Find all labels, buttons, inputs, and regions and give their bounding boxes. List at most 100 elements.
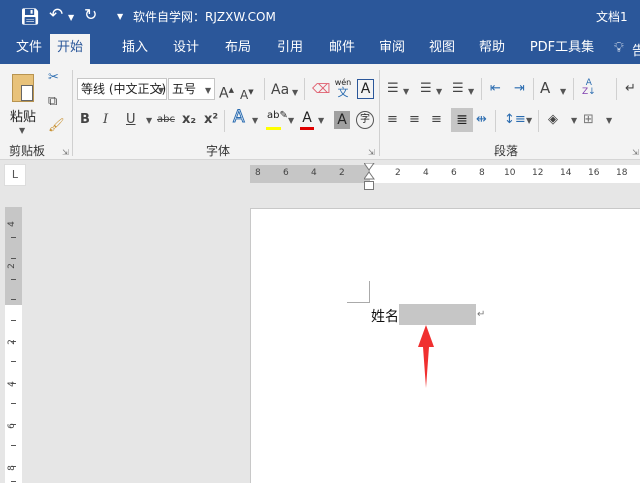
strikethrough-button[interactable]: abc	[157, 112, 175, 128]
chinese-layout-icon[interactable]: A	[540, 80, 550, 96]
align-right-icon[interactable]: ≡	[431, 112, 442, 128]
shading-icon[interactable]: ◈	[548, 112, 558, 128]
tab-mailings[interactable]: 邮件	[320, 34, 364, 64]
document-name: 文档1	[596, 10, 628, 24]
line-spacing-icon[interactable]: ↕≡	[504, 112, 526, 128]
tab-layout[interactable]: 布局	[216, 34, 260, 64]
highlight-dropdown-icon[interactable]: ▼	[288, 116, 294, 125]
font-color-dropdown-icon[interactable]: ▼	[318, 116, 324, 125]
tab-pdf-tools[interactable]: PDF工具集	[525, 34, 599, 64]
tab-home[interactable]: 开始	[50, 34, 90, 64]
shading-dropdown-icon[interactable]: ▼	[571, 116, 577, 125]
ruler-tick: 16	[588, 168, 600, 178]
text-field-highlight[interactable]	[399, 304, 476, 325]
font-size-dropdown-icon[interactable]: ▼	[205, 86, 211, 95]
ruler-tick: 6	[6, 423, 17, 429]
underline-dropdown-icon[interactable]: ▼	[146, 116, 152, 125]
decrease-indent-icon[interactable]: ⇤	[490, 81, 501, 97]
ruler-tick: 8	[479, 168, 485, 178]
tab-selector-button[interactable]: L	[4, 164, 26, 186]
tab-review[interactable]: 审阅	[370, 34, 414, 64]
undo-dropdown-icon[interactable]: ▼	[68, 13, 74, 22]
title-bar: 💾︎ ↶ ▼ ↻ ▼ 软件自学网：RJZXW.COM 文档1	[0, 0, 640, 34]
distributed-icon[interactable]: ⇹	[476, 112, 487, 128]
paste-dropdown-icon[interactable]: ▼	[19, 126, 25, 135]
change-case-dropdown-icon[interactable]: ▼	[292, 88, 298, 97]
horizontal-ruler[interactable]: 8 6 4 2 2 4 6 8 10 12 14 16 18	[250, 165, 640, 183]
bullets-icon[interactable]: ☰	[387, 81, 399, 97]
subscript-button[interactable]: x₂	[182, 112, 196, 128]
tab-insert[interactable]: 插入	[113, 34, 157, 64]
paragraph-launcher-icon[interactable]: ⇲	[632, 148, 639, 157]
ruler-tick: 6	[283, 168, 289, 178]
paste-button[interactable]: 粘贴	[10, 106, 36, 125]
font-group-label: 字体	[206, 144, 231, 158]
vertical-ruler[interactable]: 4 2 2 4 6 8	[5, 207, 22, 483]
indent-marker[interactable]	[363, 162, 375, 191]
ruler-tick: 18	[616, 168, 628, 178]
superscript-button[interactable]: x²	[204, 112, 218, 128]
ruler-tick: 8	[255, 168, 261, 178]
tab-file[interactable]: 文件	[8, 34, 50, 64]
character-shading-icon[interactable]: A	[334, 111, 350, 129]
increase-indent-icon[interactable]: ⇥	[514, 81, 525, 97]
enclose-characters-button[interactable]: 字	[356, 111, 374, 129]
highlight-color-button[interactable]: ab✎	[266, 110, 288, 130]
format-painter-icon[interactable]: 🖌︎	[48, 118, 65, 134]
show-marks-icon[interactable]: ↵	[625, 81, 636, 97]
font-color-icon: A	[302, 110, 312, 126]
clear-formatting-icon[interactable]: ⌫	[312, 82, 330, 98]
bullets-dropdown-icon[interactable]: ▼	[403, 87, 409, 96]
save-icon[interactable]: 💾︎	[20, 7, 40, 26]
borders-dropdown-icon[interactable]: ▼	[606, 116, 612, 125]
change-case-button[interactable]: Aa	[271, 82, 289, 98]
phonetic-guide-button[interactable]: wén 文	[333, 78, 353, 98]
margin-corner-mark	[347, 281, 370, 303]
lightbulb-icon[interactable]: 💡︎	[614, 40, 624, 56]
text-effects-dropdown-icon[interactable]: ▼	[252, 116, 258, 125]
tab-help[interactable]: 帮助	[470, 34, 514, 64]
multilevel-list-icon[interactable]: ☰	[452, 81, 464, 97]
font-name-combo[interactable]: 等线 (中文正文)	[77, 78, 167, 100]
font-name-dropdown-icon[interactable]: ▼	[158, 86, 164, 95]
shrink-font-icon[interactable]: A▼	[240, 84, 254, 103]
italic-button[interactable]: I	[103, 112, 108, 128]
ruler-tick: 2	[6, 263, 17, 269]
undo-icon[interactable]: ↶	[49, 5, 63, 25]
clipboard-launcher-icon[interactable]: ⇲	[62, 148, 69, 157]
tab-design[interactable]: 设计	[164, 34, 208, 64]
sort-icon[interactable]: A Z↓	[582, 79, 596, 97]
ribbon: 粘贴 ▼ ✂ ⧉ 🖌︎ 剪贴板 ⇲ 等线 (中文正文) ▼ 五号 ▼ A▲ A▼…	[0, 64, 640, 160]
align-center-icon[interactable]: ≡	[409, 112, 420, 128]
copy-icon[interactable]: ⧉	[48, 94, 57, 110]
font-color-button[interactable]: A	[299, 110, 315, 130]
bold-button[interactable]: B	[80, 112, 90, 128]
font-color-swatch	[300, 127, 314, 130]
borders-icon[interactable]: ⊞	[583, 112, 594, 128]
redo-icon[interactable]: ↻	[84, 5, 97, 24]
phonetic-bottom: 文	[337, 86, 349, 99]
underline-button[interactable]: U	[126, 112, 136, 128]
character-border-icon[interactable]: A	[357, 79, 374, 99]
document-page[interactable]: 姓名: ↵	[250, 208, 640, 483]
red-arrow-annotation	[418, 325, 434, 388]
grow-font-icon[interactable]: A▲	[219, 82, 234, 102]
font-launcher-icon[interactable]: ⇲	[368, 148, 375, 157]
ruler-tick: 4	[6, 381, 17, 387]
text-effects-icon[interactable]: A	[233, 108, 246, 126]
multilevel-dropdown-icon[interactable]: ▼	[468, 87, 474, 96]
tab-view[interactable]: 视图	[420, 34, 464, 64]
highlighter-icon: ab✎	[267, 110, 288, 121]
ruler-tick: 10	[504, 168, 516, 178]
justify-button[interactable]: ≣	[451, 108, 473, 132]
cut-icon[interactable]: ✂	[48, 70, 59, 86]
line-spacing-dropdown-icon[interactable]: ▼	[526, 116, 532, 125]
tell-me-label[interactable]: 告	[632, 40, 640, 59]
chinese-layout-dropdown-icon[interactable]: ▼	[560, 87, 566, 96]
numbering-dropdown-icon[interactable]: ▼	[436, 87, 442, 96]
paste-icon[interactable]	[12, 74, 34, 102]
customize-qat-icon[interactable]: ▼	[117, 12, 123, 21]
tab-references[interactable]: 引用	[268, 34, 312, 64]
align-left-icon[interactable]: ≡	[387, 112, 398, 128]
numbering-icon[interactable]: ☰	[420, 81, 432, 97]
